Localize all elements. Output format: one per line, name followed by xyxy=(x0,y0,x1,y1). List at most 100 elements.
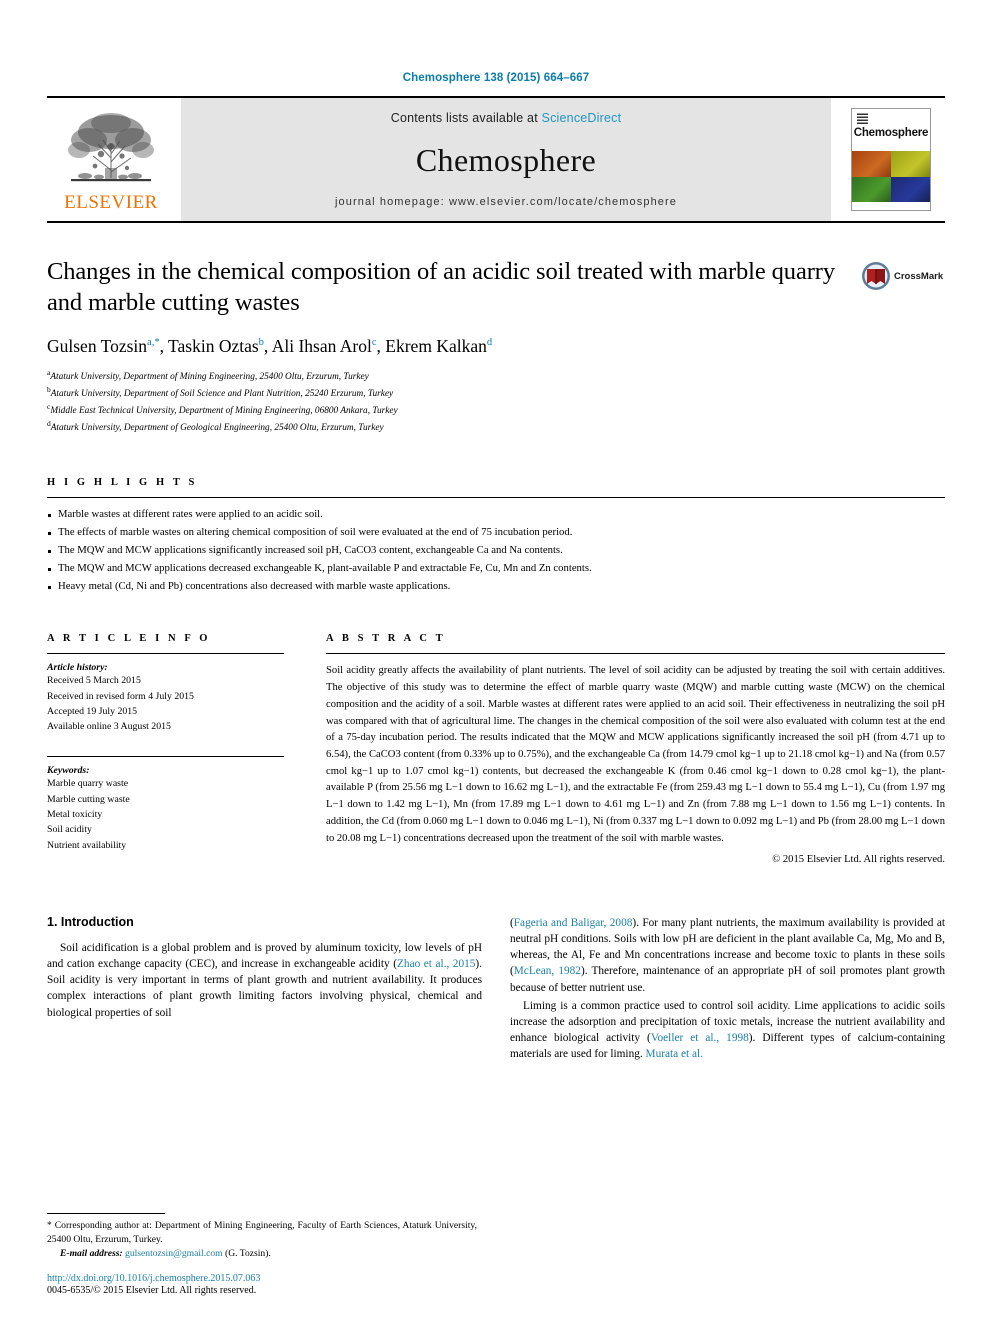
crossmark-icon xyxy=(862,262,890,290)
email-suffix: (G. Tozsin). xyxy=(225,1248,271,1259)
author-entry: Gulsen Tozsina,* xyxy=(47,336,160,356)
article-info-rule xyxy=(47,653,284,655)
affiliation-item: cMiddle East Technical University, Depar… xyxy=(47,401,945,418)
article-history-item: Received 5 March 2015 xyxy=(47,675,141,687)
highlights-heading: H I G H L I G H T S xyxy=(47,477,198,489)
footnote-area: * Corresponding author at: Department of… xyxy=(47,1213,477,1296)
abstract-rule xyxy=(326,653,945,655)
abstract-text: Soil acidity greatly affects the availab… xyxy=(326,665,945,844)
author-affil-mark: c xyxy=(371,336,377,348)
cover-top: Chemosphere xyxy=(852,109,930,151)
author-name: Taskin Oztas xyxy=(168,335,259,356)
article-history-label: Article history: xyxy=(47,662,108,674)
elsevier-wordmark: ELSEVIER xyxy=(64,191,158,213)
author-list: Gulsen Tozsina,*, Taskin Oztasb, Ali Ihs… xyxy=(47,335,493,356)
journal-name: Chemosphere xyxy=(415,142,597,178)
article-info-heading: A R T I C L E I N F O xyxy=(47,633,211,645)
list-item: The MQW and MCW applications decreased e… xyxy=(47,560,945,578)
affiliation-list: aAtaturk University, Department of Minin… xyxy=(47,367,945,436)
doi-block: http://dx.doi.org/10.1016/j.chemosphere.… xyxy=(47,1273,477,1296)
author-name: Ekrem Kalkan xyxy=(385,335,487,356)
citation-link[interactable]: Zhao et al., 2015 xyxy=(397,958,475,970)
cover-quadrant-orange xyxy=(852,151,891,177)
body-columns: 1. Introduction Soil acidification is a … xyxy=(47,915,945,1061)
list-item: Marble wastes at different rates were ap… xyxy=(47,506,945,524)
contents-available-line: Contents lists available at ScienceDirec… xyxy=(391,111,622,125)
copyright-line: © 2015 Elsevier Ltd. All rights reserved… xyxy=(772,854,945,866)
article-info-section: A R T I C L E I N F O Article history: R… xyxy=(47,633,284,865)
crossmark-label: CrossMark xyxy=(894,270,944,282)
email-note: E-mail address: gulsentozsin@gmail.com (… xyxy=(47,1248,477,1259)
author-entry: Ali Ihsan Arolc xyxy=(272,336,377,356)
article-history-item: Received in revised form 4 July 2015 xyxy=(47,690,194,702)
keyword-item: Marble cutting waste xyxy=(47,793,130,805)
corresponding-author-note: * Corresponding author at: Department of… xyxy=(47,1220,477,1246)
author-entry: Taskin Oztasb xyxy=(168,336,264,356)
footnote-rule xyxy=(47,1213,165,1215)
abstract-heading: A B S T R A C T xyxy=(326,633,446,645)
citation-link[interactable]: Fageria and Baligar, 2008 xyxy=(514,917,633,929)
article-page: Chemosphere 138 (2015) 664–667 ELSEVIER … xyxy=(0,0,992,1323)
citation-link[interactable]: Voeller et al., 1998 xyxy=(651,1032,749,1044)
list-item: The effects of marble wastes on altering… xyxy=(47,524,945,542)
cover-quadrant-green xyxy=(852,176,891,202)
article-history-item: Available online 3 August 2015 xyxy=(47,721,171,733)
cover-journal-title: Chemosphere xyxy=(853,127,929,139)
sciencedirect-link[interactable]: ScienceDirect xyxy=(542,111,622,125)
introduction-heading: 1. Introduction xyxy=(47,915,134,930)
body-column-left: 1. Introduction Soil acidification is a … xyxy=(47,915,482,1061)
email-link[interactable]: gulsentozsin@gmail.com xyxy=(125,1248,223,1259)
cover-card: Chemosphere xyxy=(851,108,931,211)
paragraph: Liming is a common practice used to cont… xyxy=(510,998,945,1062)
keyword-item: Marble quarry waste xyxy=(47,778,129,790)
title-main: Changes in the chemical composition of a… xyxy=(47,257,861,319)
author-name: Ali Ihsan Arol xyxy=(271,335,372,356)
affiliation-item: aAtaturk University, Department of Minin… xyxy=(47,367,945,384)
info-abstract-row: A R T I C L E I N F O Article history: R… xyxy=(47,633,945,865)
affiliation-text: Ataturk University, Department of Mining… xyxy=(50,371,369,382)
keywords-label: Keywords: xyxy=(47,765,90,777)
keywords-rule xyxy=(47,756,284,758)
author-affil-mark: a,* xyxy=(147,336,160,348)
keyword-item: Metal toxicity xyxy=(47,808,103,820)
journal-cover-thumbnail[interactable]: Chemosphere xyxy=(837,98,945,221)
author-affil-mark: d xyxy=(486,336,493,348)
cover-quadrant-blue xyxy=(891,176,930,202)
journal-homepage-link[interactable]: journal homepage: www.elsevier.com/locat… xyxy=(335,196,677,208)
highlights-section: H I G H L I G H T S Marble wastes at dif… xyxy=(47,477,945,595)
keyword-item: Nutrient availability xyxy=(47,839,127,851)
qr-code-icon xyxy=(857,113,868,124)
affiliation-text: Ataturk University, Department of Geolog… xyxy=(50,423,384,434)
affiliation-text: Middle East Technical University, Depart… xyxy=(50,406,398,417)
cover-quadrant-olive xyxy=(891,151,930,177)
highlights-list: Marble wastes at different rates were ap… xyxy=(47,506,945,595)
cover-leaf-image xyxy=(852,151,930,202)
abstract-body: Soil acidity greatly affects the availab… xyxy=(326,663,945,847)
crossmark-badge[interactable]: CrossMark xyxy=(861,257,945,291)
page-title: Changes in the chemical composition of a… xyxy=(47,258,835,316)
keywords-block: Keywords: Marble quarry waste Marble cut… xyxy=(47,756,284,852)
affiliation-item: dAtaturk University, Department of Geolo… xyxy=(47,418,945,435)
doi-link[interactable]: http://dx.doi.org/10.1016/j.chemosphere.… xyxy=(47,1273,477,1284)
paragraph: (Fageria and Baligar, 2008). For many pl… xyxy=(510,915,945,995)
author-entry: Ekrem Kalkand xyxy=(385,336,492,356)
cover-bottom xyxy=(852,202,930,210)
contents-prefix: Contents lists available at xyxy=(390,111,542,125)
paragraph: Soil acidification is a global problem a… xyxy=(47,940,482,1020)
article-history-item: Accepted 19 July 2015 xyxy=(47,705,138,717)
issn-copyright-line: 0045-6535/© 2015 Elsevier Ltd. All right… xyxy=(47,1285,257,1296)
affiliation-item: bAtaturk University, Department of Soil … xyxy=(47,384,945,401)
highlights-rule xyxy=(47,497,945,499)
journal-masthead: ELSEVIER Contents lists available at Sci… xyxy=(47,96,945,223)
affiliation-text: Ataturk University, Department of Soil S… xyxy=(50,388,394,399)
keyword-item: Soil acidity xyxy=(47,824,92,836)
list-item: The MQW and MCW applications significant… xyxy=(47,542,945,560)
elsevier-logo: ELSEVIER xyxy=(47,98,175,221)
masthead-center: Contents lists available at ScienceDirec… xyxy=(181,98,831,221)
running-head: Chemosphere 138 (2015) 664–667 xyxy=(402,72,590,84)
email-label: E-mail address: xyxy=(60,1248,123,1259)
citation-link[interactable]: McLean, 1982 xyxy=(514,965,581,977)
title-block: Changes in the chemical composition of a… xyxy=(47,257,945,319)
citation-link[interactable]: Murata et al. xyxy=(646,1048,703,1060)
list-item: Heavy metal (Cd, Ni and Pb) concentratio… xyxy=(47,578,945,596)
